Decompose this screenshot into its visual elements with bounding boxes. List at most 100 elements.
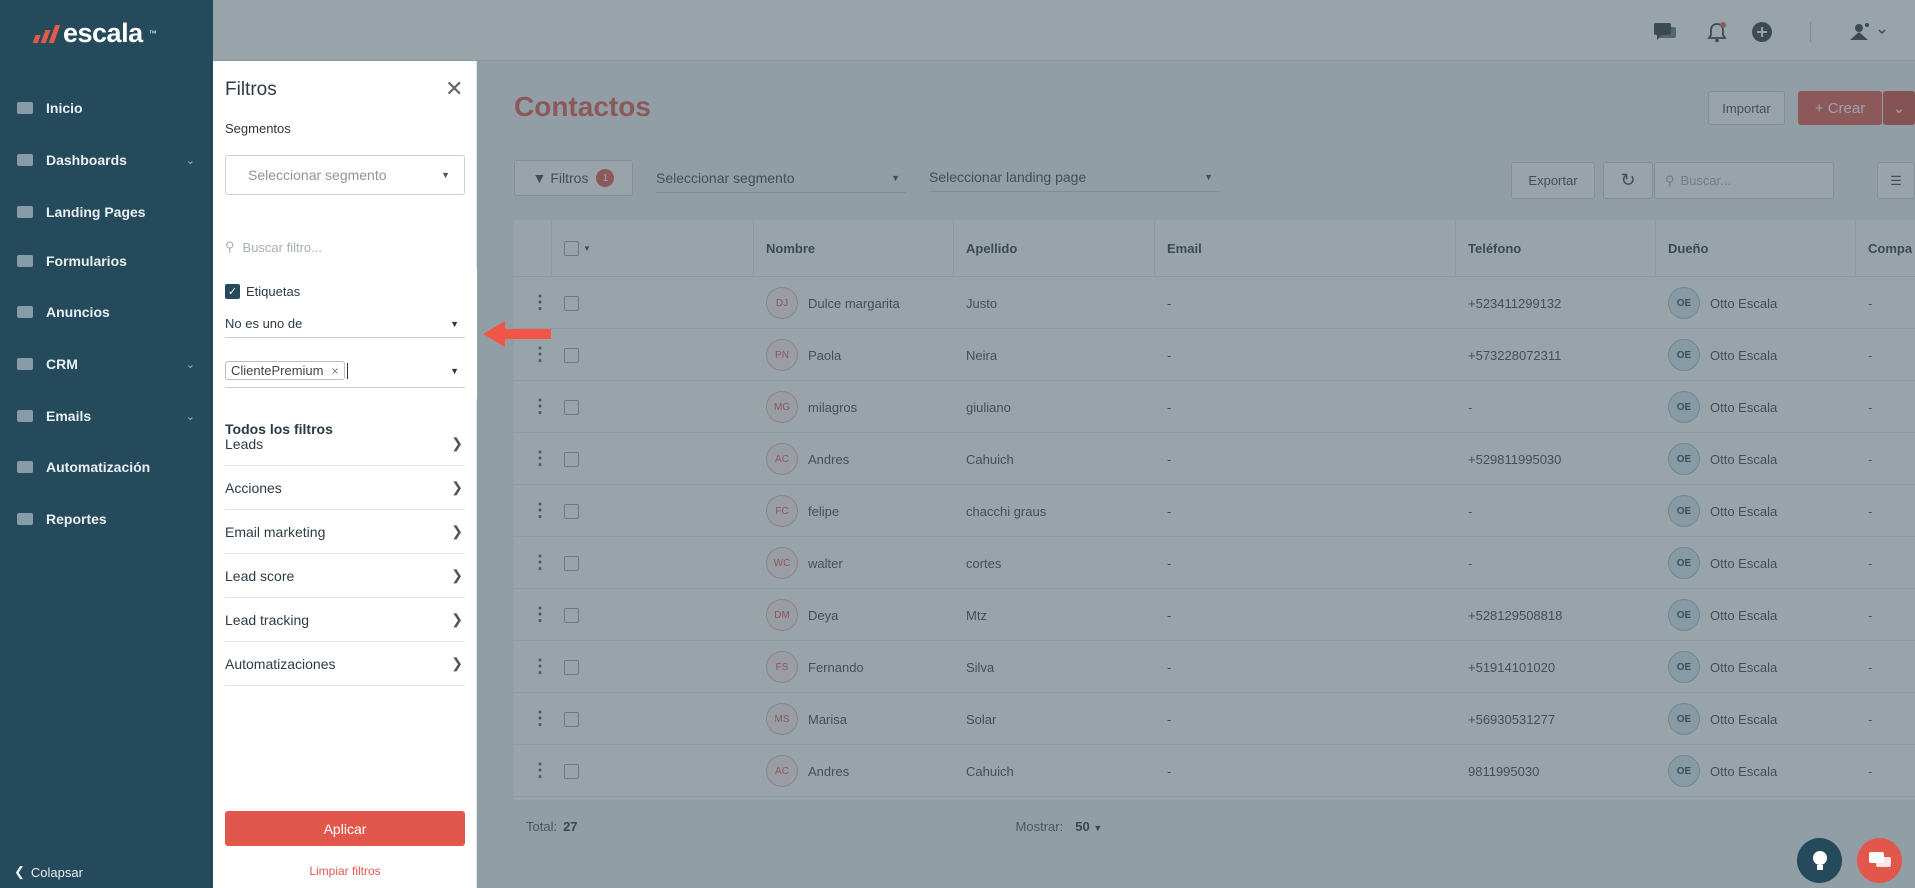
- contacts-table: ▼ Nombre Apellido Email Teléfono Dueño C…: [514, 220, 1915, 800]
- close-icon[interactable]: ✕: [445, 78, 463, 100]
- row-menu-icon[interactable]: ⋮: [531, 709, 549, 727]
- column-header-company[interactable]: Compa: [1856, 220, 1915, 276]
- filters-button[interactable]: ▼ Filtros 1: [514, 160, 633, 196]
- table-row[interactable]: ⋮ DM Deya Mtz - +528129508818 OE Otto Escala -: [514, 589, 1915, 641]
- apply-button[interactable]: Aplicar: [225, 811, 465, 846]
- row-menu-icon[interactable]: ⋮: [531, 397, 549, 415]
- cell-telefono: -: [1468, 555, 1473, 571]
- filters-segment-select[interactable]: Seleccionar segmento ▼: [225, 155, 465, 195]
- create-button[interactable]: + Crear: [1798, 91, 1882, 125]
- row-menu-icon[interactable]: ⋮: [531, 761, 549, 779]
- row-menu-icon[interactable]: ⋮: [531, 501, 549, 519]
- cell-nombre[interactable]: WC walter: [766, 537, 843, 589]
- column-header-email[interactable]: Email: [1155, 220, 1456, 276]
- filter-group-lead-tracking[interactable]: Lead tracking ❯: [225, 598, 465, 642]
- cell-nombre[interactable]: AC Andres: [766, 433, 849, 485]
- filter-group-acciones[interactable]: Acciones ❯: [225, 466, 465, 510]
- table-row[interactable]: ⋮ FS Fernando Silva - +51914101020 OE Otto Esca…: [514, 641, 1915, 693]
- column-header-owner[interactable]: Dueño: [1656, 220, 1856, 276]
- cell-owner: OE Otto Escala: [1668, 641, 1777, 693]
- checkbox-checked-icon[interactable]: ✓: [225, 284, 240, 299]
- sidebar-item-reportes[interactable]: Reportes: [0, 499, 213, 539]
- filter-group-lead-score[interactable]: Lead score ❯: [225, 554, 465, 598]
- table-row[interactable]: ⋮ AC Andres Cahuich - +529811995030 OE Otto Esc…: [514, 433, 1915, 485]
- row-checkbox[interactable]: [564, 295, 579, 311]
- refresh-button[interactable]: ↻: [1603, 162, 1653, 199]
- tags-select[interactable]: ClientePremium × ▼: [225, 354, 465, 388]
- row-menu-icon[interactable]: ⋮: [531, 553, 549, 571]
- header-select-all[interactable]: ▼: [552, 220, 754, 276]
- page-size-select[interactable]: 50 ▼: [1075, 819, 1102, 834]
- filter-group-email-marketing[interactable]: Email marketing ❯: [225, 510, 465, 554]
- cell-nombre[interactable]: DJ Dulce margarita: [766, 277, 900, 329]
- sidebar-item-formularios[interactable]: Formularios: [0, 241, 213, 281]
- caret-down-icon: ▼: [1204, 171, 1213, 182]
- filter-search-input[interactable]: ⚲ Buscar filtro...: [225, 237, 465, 257]
- row-menu-icon[interactable]: ⋮: [531, 449, 549, 467]
- cell-nombre[interactable]: FS Fernando: [766, 641, 864, 693]
- row-checkbox[interactable]: [564, 711, 579, 727]
- sidebar-item-emails[interactable]: Emails ⌄: [0, 396, 213, 436]
- etiquetas-toggle[interactable]: ✓ Etiquetas: [225, 284, 300, 299]
- table-row[interactable]: ⋮ WC walter cortes - - OE Otto Escala -: [514, 537, 1915, 589]
- cell-nombre[interactable]: MS Marisa: [766, 693, 847, 745]
- collapse-button[interactable]: ❮ Colapsar: [14, 864, 83, 880]
- clear-filters-link[interactable]: Limpiar filtros: [225, 864, 465, 878]
- table-row[interactable]: ⋮ MS Marisa Solar - +56930531277 OE Otto Escala…: [514, 693, 1915, 745]
- filter-group-automatizaciones[interactable]: Automatizaciones ❯: [225, 642, 465, 686]
- column-header-nombre[interactable]: Nombre: [754, 220, 954, 276]
- cell-nombre[interactable]: PN Paola: [766, 329, 841, 381]
- row-checkbox[interactable]: [564, 503, 579, 519]
- lightbulb-icon[interactable]: [1797, 838, 1842, 883]
- row-checkbox[interactable]: [564, 399, 579, 415]
- remove-tag-icon[interactable]: ×: [331, 364, 338, 378]
- table-row[interactable]: ⋮ PN Paola Neira - +573228072311 OE Otto Escala…: [514, 329, 1915, 381]
- sidebar-item-landing-pages[interactable]: Landing Pages: [0, 192, 213, 232]
- table-row[interactable]: ⋮ AC Andres Cahuich - 9811995030 OE Otto Escala…: [514, 745, 1915, 797]
- add-circle-icon[interactable]: [1750, 20, 1774, 44]
- row-checkbox[interactable]: [564, 451, 579, 467]
- refresh-icon: ↻: [1620, 170, 1636, 190]
- columns-settings-icon[interactable]: ☰: [1877, 162, 1915, 199]
- table-row[interactable]: ⋮ FC felipe chacchi graus - - OE Otto Escala -: [514, 485, 1915, 537]
- row-menu-icon[interactable]: ⋮: [531, 657, 549, 675]
- import-button[interactable]: Importar: [1708, 91, 1785, 125]
- sidebar-item-dashboards[interactable]: Dashboards ⌄: [0, 140, 213, 180]
- row-checkbox[interactable]: [564, 763, 579, 779]
- sidebar-item-automatizaci-n[interactable]: Automatización: [0, 447, 213, 487]
- search-input[interactable]: ⚲ Buscar...: [1654, 162, 1834, 199]
- segment-select[interactable]: Seleccionar segmento ▼: [656, 163, 906, 193]
- create-dropdown-chevron-icon[interactable]: ⌄: [1883, 91, 1915, 125]
- cell-nombre[interactable]: FC felipe: [766, 485, 839, 537]
- row-menu-icon[interactable]: ⋮: [531, 605, 549, 623]
- sidebar-item-crm[interactable]: CRM ⌄: [0, 344, 213, 384]
- export-button[interactable]: Exportar: [1511, 162, 1595, 199]
- chat-support-icon[interactable]: [1857, 838, 1902, 883]
- filter-group-leads[interactable]: Leads ❯: [225, 422, 465, 466]
- cell-nombre[interactable]: DM Deya: [766, 589, 838, 641]
- operator-select[interactable]: No es uno de ▼: [225, 310, 465, 338]
- row-checkbox[interactable]: [564, 347, 579, 363]
- row-checkbox[interactable]: [564, 607, 579, 623]
- column-header-telefono[interactable]: Teléfono: [1456, 220, 1656, 276]
- page-size-value: 50: [1075, 818, 1090, 834]
- bell-icon[interactable]: [1705, 20, 1729, 44]
- row-checkbox[interactable]: [564, 555, 579, 571]
- brand-logo[interactable]: escala ™: [32, 18, 157, 49]
- chevron-left-icon: ❮: [14, 864, 25, 879]
- lead-avatar: FS: [766, 651, 798, 683]
- column-header-apellido[interactable]: Apellido: [954, 220, 1155, 276]
- chat-icon[interactable]: [1653, 20, 1677, 44]
- select-all-checkbox[interactable]: [564, 240, 579, 256]
- table-row[interactable]: ⋮ MG milagros giuliano - - OE Otto Escala -: [514, 381, 1915, 433]
- sidebar-item-inicio[interactable]: Inicio: [0, 88, 213, 128]
- user-avatar-menu[interactable]: [1847, 20, 1887, 44]
- row-menu-icon[interactable]: ⋮: [531, 293, 549, 311]
- table-row[interactable]: ⋮ DJ Dulce margarita Justo - +523411299132 OE O…: [514, 277, 1915, 329]
- cell-nombre[interactable]: MG milagros: [766, 381, 857, 433]
- row-checkbox[interactable]: [564, 659, 579, 675]
- sidebar-item-anuncios[interactable]: Anuncios: [0, 292, 213, 332]
- contacts-main: Contactos Importar + Crear ⌄ ▼ Filtros 1…: [477, 61, 1915, 888]
- landing-page-select[interactable]: Seleccionar landing page ▼: [929, 162, 1219, 192]
- cell-nombre[interactable]: AC Andres: [766, 745, 849, 797]
